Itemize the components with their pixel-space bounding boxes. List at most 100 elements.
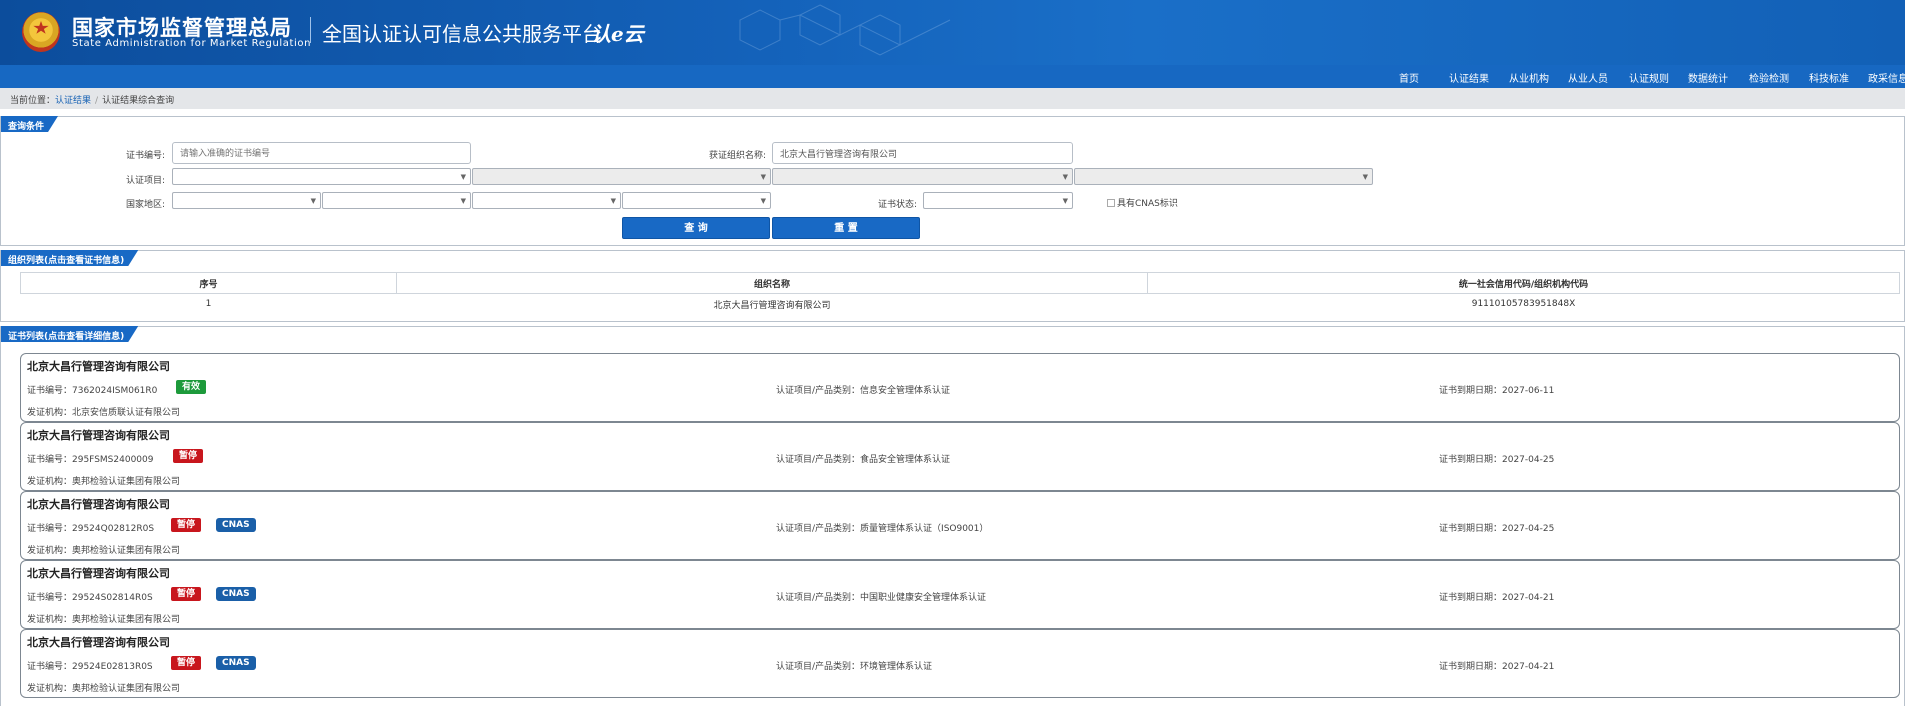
- cert-expiry: 证书到期日期：2027-04-21: [1439, 662, 1555, 672]
- chevron-down-icon: ▼: [760, 173, 766, 181]
- network-decoration: [739, 4, 951, 56]
- status-badge: 暂停: [171, 587, 202, 601]
- cert-number: 证书编号：7362024ISM061R0: [27, 386, 158, 396]
- row-org-name[interactable]: 北京大昌行管理咨询有限公司: [397, 294, 1148, 315]
- status-badge: 暂停: [171, 656, 202, 670]
- platform-title: 全国认证认可信息公共服务平台: [322, 22, 602, 46]
- nav-item-inspection[interactable]: 检验检测: [1749, 70, 1789, 85]
- cert-number: 证书编号：295FSMS2400009: [27, 455, 154, 465]
- breadcrumb: 当前位置：认证结果 / 认证结果综合查询: [0, 88, 1905, 109]
- cert-card[interactable]: 北京大昌行管理咨询有限公司 证书编号：7362024ISM061R0 有效 认证…: [20, 353, 1900, 422]
- org-table: 序号 组织名称 统一社会信用代码/组织机构代码 1 北京大昌行管理咨询有限公司 …: [20, 272, 1900, 315]
- breadcrumb-separator: /: [95, 96, 99, 106]
- region-select-country[interactable]: ▼: [172, 192, 321, 209]
- cert-org-name: 北京大昌行管理咨询有限公司: [27, 429, 170, 442]
- cert-issuer: 发证机构：奥邦检验认证集团有限公司: [27, 684, 181, 694]
- nav-item-statistics[interactable]: 数据统计: [1688, 70, 1728, 85]
- cert-project: 认证项目/产品类别：食品安全管理体系认证: [776, 455, 951, 465]
- query-panel: 查询条件 证书编号: 获证组织名称: 北京大昌行管理咨询有限公司 认证项目: ▼…: [0, 116, 1905, 246]
- cnas-checkbox-label: 具有CNAS标识: [1117, 199, 1178, 209]
- region-select-province[interactable]: ▼: [322, 192, 471, 209]
- chevron-down-icon: ▼: [1362, 173, 1368, 181]
- site-header: 国家市场监督管理总局 State Administration for Mark…: [0, 0, 1905, 65]
- cert-card[interactable]: 北京大昌行管理咨询有限公司 证书编号：29524E02813R0S 暂停 CNA…: [20, 629, 1900, 698]
- status-label: 证书状态:: [877, 200, 917, 210]
- cert-number: 证书编号：29524E02813R0S: [27, 662, 153, 672]
- cert-list-title: 证书列表(点击查看详细信息): [1, 326, 138, 342]
- nav-item-institutions[interactable]: 从业机构: [1509, 70, 1549, 85]
- project-select-2[interactable]: ▼: [472, 168, 771, 185]
- row-index: 1: [205, 299, 212, 310]
- chevron-down-icon: ▼: [760, 197, 766, 205]
- col-credit-code: 统一社会信用代码/组织机构代码: [1147, 272, 1900, 294]
- org-name-label: 获证组织名称:: [708, 151, 766, 161]
- cert-card[interactable]: 北京大昌行管理咨询有限公司 证书编号：295FSMS2400009 暂停 认证项…: [20, 422, 1900, 491]
- cnas-checkbox[interactable]: 具有CNAS标识: [1107, 196, 1178, 209]
- cert-issuer: 发证机构：北京安信质联认证有限公司: [27, 408, 181, 418]
- cert-issuer: 发证机构：奥邦检验认证集团有限公司: [27, 477, 181, 487]
- cert-card[interactable]: 北京大昌行管理咨询有限公司 证书编号：29524S02814R0S 暂停 CNA…: [20, 560, 1900, 629]
- cnas-badge: CNAS: [216, 656, 256, 670]
- col-index: 序号: [20, 272, 397, 294]
- breadcrumb-current: 认证结果综合查询: [102, 96, 175, 106]
- cert-expiry: 证书到期日期：2027-04-21: [1439, 593, 1555, 603]
- cnas-badge: CNAS: [216, 587, 256, 601]
- platform-logo: 认e云: [591, 22, 644, 46]
- col-org-name: 组织名称: [396, 272, 1148, 294]
- cert-issuer: 发证机构：奥邦检验认证集团有限公司: [27, 615, 181, 625]
- project-label: 认证项目:: [125, 176, 165, 186]
- breadcrumb-link-cert-results[interactable]: 认证结果: [55, 96, 91, 106]
- status-badge: 暂停: [171, 518, 202, 532]
- project-select-3[interactable]: ▼: [772, 168, 1073, 185]
- nav-item-home[interactable]: 首页: [1399, 70, 1419, 85]
- cert-issuer: 发证机构：奥邦检验认证集团有限公司: [27, 546, 181, 556]
- breadcrumb-prefix: 当前位置：: [10, 96, 56, 106]
- cert-org-name: 北京大昌行管理咨询有限公司: [27, 567, 170, 580]
- row-credit-code: 91110105783951848X: [1471, 299, 1576, 310]
- cert-org-name: 北京大昌行管理咨询有限公司: [27, 360, 170, 373]
- cert-expiry: 证书到期日期：2027-06-11: [1439, 386, 1555, 396]
- status-badge: 暂停: [173, 449, 204, 463]
- chevron-down-icon: ▼: [310, 197, 316, 205]
- header-divider: [310, 17, 311, 43]
- nav-item-practitioners[interactable]: 从业人员: [1568, 70, 1608, 85]
- region-select-city[interactable]: ▼: [472, 192, 621, 209]
- chevron-down-icon: ▼: [1062, 173, 1068, 181]
- project-select-1[interactable]: ▼: [172, 168, 471, 185]
- chevron-down-icon: ▼: [460, 173, 466, 181]
- query-panel-title: 查询条件: [1, 116, 58, 132]
- nav-item-rules[interactable]: 认证规则: [1629, 70, 1669, 85]
- checkbox-box[interactable]: [1107, 199, 1115, 207]
- cert-project: 认证项目/产品类别：中国职业健康安全管理体系认证: [776, 593, 987, 603]
- agency-name-en: State Administration for Market Regulati…: [72, 38, 312, 49]
- chevron-down-icon: ▼: [1062, 197, 1068, 205]
- chevron-down-icon: ▼: [460, 197, 466, 205]
- nav-item-cert-results[interactable]: 认证结果: [1449, 70, 1489, 85]
- region-label: 国家地区:: [125, 200, 165, 210]
- cert-expiry: 证书到期日期：2027-04-25: [1439, 455, 1555, 465]
- org-name-input[interactable]: 北京大昌行管理咨询有限公司: [772, 142, 1073, 164]
- table-row[interactable]: 1 北京大昌行管理咨询有限公司 91110105783951848X: [21, 294, 1900, 315]
- cert-no-input[interactable]: [172, 142, 471, 164]
- cert-project: 认证项目/产品类别：质量管理体系认证（ISO9001）: [776, 524, 989, 534]
- region-select-district[interactable]: ▼: [622, 192, 771, 209]
- cert-number: 证书编号：29524Q02812R0S: [27, 524, 155, 534]
- cert-project: 认证项目/产品类别：信息安全管理体系认证: [776, 386, 951, 396]
- org-table-header: 序号 组织名称 统一社会信用代码/组织机构代码: [20, 272, 1900, 294]
- status-select[interactable]: ▼: [923, 192, 1073, 209]
- cert-number: 证书编号：29524S02814R0S: [27, 593, 153, 603]
- search-button[interactable]: 查 询: [622, 217, 770, 239]
- nav-item-standards[interactable]: 科技标准: [1809, 70, 1849, 85]
- cert-org-name: 北京大昌行管理咨询有限公司: [27, 498, 170, 511]
- chevron-down-icon: ▼: [610, 197, 616, 205]
- project-select-4[interactable]: ▼: [1074, 168, 1373, 185]
- cert-org-name: 北京大昌行管理咨询有限公司: [27, 636, 170, 649]
- main-nav: 首页 认证结果 从业机构 从业人员 认证规则 数据统计 检验检测 科技标准 政采…: [0, 65, 1905, 88]
- status-badge: 有效: [176, 380, 207, 394]
- nav-item-procurement[interactable]: 政采信息: [1868, 70, 1905, 85]
- cnas-badge: CNAS: [216, 518, 256, 532]
- reset-button[interactable]: 重 置: [772, 217, 920, 239]
- cert-card[interactable]: 北京大昌行管理咨询有限公司 证书编号：29524Q02812R0S 暂停 CNA…: [20, 491, 1900, 560]
- cert-no-label: 证书编号:: [125, 151, 165, 161]
- cert-project: 认证项目/产品类别：环境管理体系认证: [776, 662, 933, 672]
